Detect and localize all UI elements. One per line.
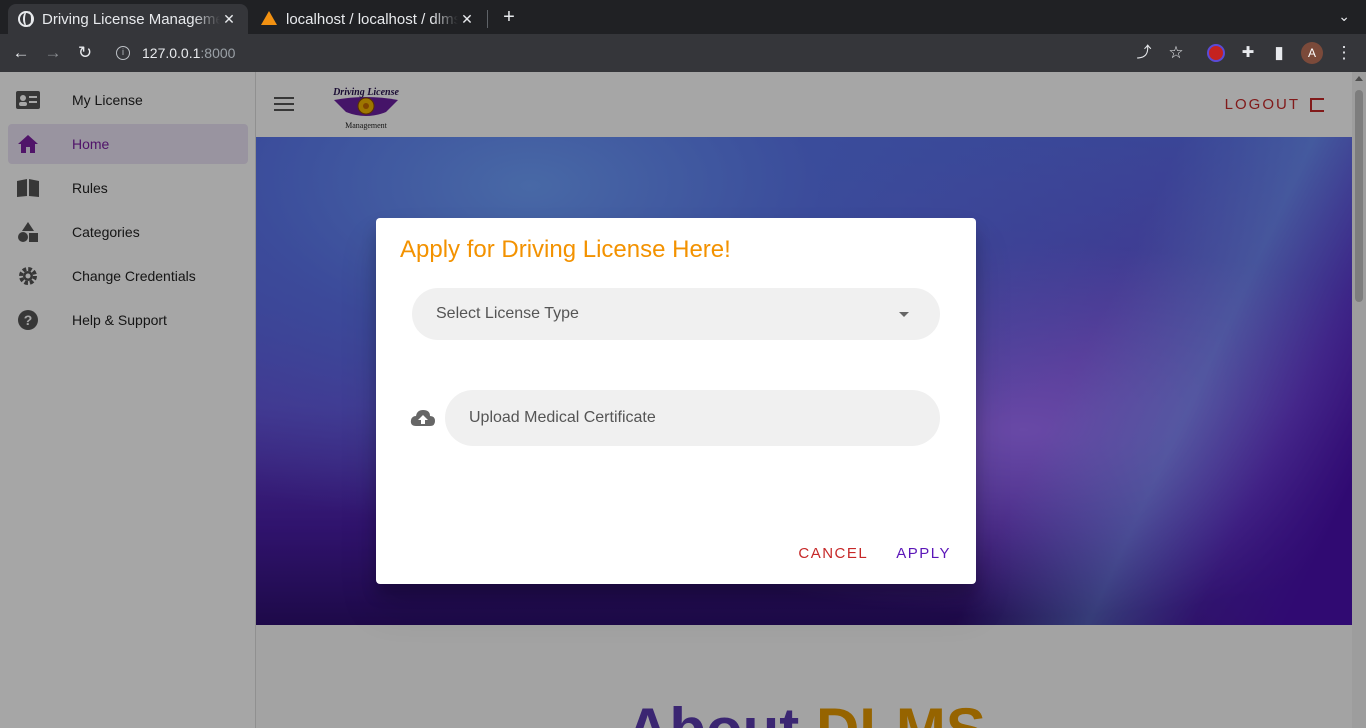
- license-type-select[interactable]: Select License Type: [412, 288, 940, 340]
- cancel-button[interactable]: CANCEL: [797, 539, 869, 568]
- share-icon[interactable]: ⤴: [1133, 42, 1155, 64]
- tab-separator: [487, 10, 488, 28]
- side-panel-icon[interactable]: ▮: [1268, 42, 1290, 64]
- license-type-placeholder: Select License Type: [436, 305, 579, 322]
- app-page: My License Home Rules Categories Change …: [0, 72, 1366, 728]
- tab-close-icon[interactable]: ✕: [220, 11, 238, 28]
- forward-icon[interactable]: →: [42, 42, 64, 64]
- dropdown-arrow-icon: [899, 312, 909, 317]
- url-host: 127.0.0.1: [142, 45, 201, 61]
- browser-tab-bar: Driving License Management ✕ localhost /…: [0, 0, 1366, 34]
- tab-title: localhost / localhost / dlms: [286, 10, 458, 28]
- reload-icon[interactable]: ↻: [74, 42, 96, 64]
- profile-avatar[interactable]: A: [1301, 42, 1323, 64]
- extension-icon[interactable]: [1207, 44, 1225, 62]
- cloud-upload-icon[interactable]: [410, 408, 436, 430]
- browser-tab-inactive[interactable]: localhost / localhost / dlms ✕: [250, 4, 486, 34]
- site-info-icon[interactable]: i: [116, 46, 130, 60]
- tab-title: Driving License Management: [42, 10, 220, 28]
- dialog-title: Apply for Driving License Here!: [400, 236, 731, 263]
- apply-license-dialog: Apply for Driving License Here! Select L…: [376, 218, 976, 584]
- tab-search-chevron-icon[interactable]: ⌄: [1338, 8, 1350, 25]
- puzzle-extensions-icon[interactable]: ✚: [1237, 42, 1259, 64]
- upload-placeholder: Upload Medical Certificate: [469, 409, 656, 426]
- phpmyadmin-icon: [260, 11, 278, 27]
- apply-button[interactable]: APPLY: [895, 539, 952, 568]
- back-icon[interactable]: ←: [10, 42, 32, 64]
- address-bar[interactable]: i 127.0.0.1:8000: [116, 40, 235, 66]
- medical-certificate-upload-field[interactable]: Upload Medical Certificate: [445, 390, 940, 446]
- browser-menu-icon[interactable]: ⋮: [1333, 42, 1355, 64]
- dialog-actions: CANCEL APPLY: [771, 539, 952, 568]
- new-tab-button[interactable]: +: [498, 6, 520, 28]
- browser-toolbar: ← → ↻ i 127.0.0.1:8000 ⤴ ☆ ✚ ▮ A ⋮: [0, 34, 1366, 72]
- bookmark-star-icon[interactable]: ☆: [1165, 42, 1187, 64]
- globe-icon: [18, 11, 34, 27]
- url-port: :8000: [200, 45, 236, 61]
- tab-close-icon[interactable]: ✕: [458, 11, 476, 28]
- browser-tab-active[interactable]: Driving License Management ✕: [8, 4, 248, 34]
